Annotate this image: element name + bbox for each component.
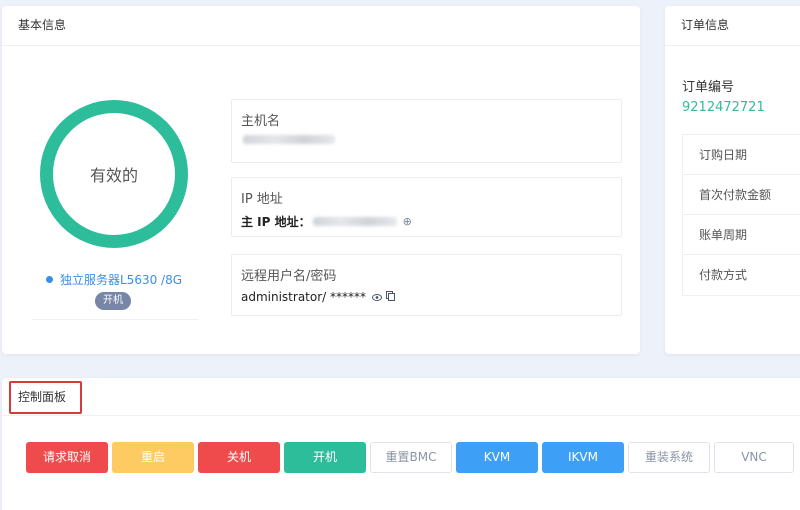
remote-credentials-text: administrator/ ******: [241, 290, 367, 304]
control-panel-title: 控制面板: [9, 381, 82, 414]
remote-value: administrator/ ******: [241, 290, 612, 304]
status-dot-icon: [46, 276, 53, 283]
order-number-label: 订单编号: [682, 80, 735, 95]
order-details-table: 订购日期 首次付款金额 账单周期 付款方式: [682, 134, 800, 296]
order-row-purchase-date: 订购日期: [683, 135, 800, 175]
basic-info-card: 基本信息 有效的 独立服务器L5630 /8G 开机 主机名 IP 地址 主 I…: [2, 6, 640, 354]
ikvm-button[interactable]: IKVM: [542, 442, 624, 473]
reset-bmc-button[interactable]: 重置BMC: [370, 442, 452, 473]
ip-redacted: [312, 217, 397, 226]
hostname-box: 主机名: [231, 99, 622, 163]
ip-box: IP 地址 主 IP 地址： ⊕: [231, 177, 622, 237]
status-ring: 有效的: [40, 100, 188, 248]
shutdown-button[interactable]: 关机: [198, 442, 280, 473]
ip-value: 主 IP 地址： ⊕: [241, 213, 612, 230]
order-info-title: 订单信息: [665, 6, 800, 46]
product-link[interactable]: 独立服务器L5630 /8G: [46, 271, 182, 288]
copy-icon[interactable]: [386, 290, 396, 304]
order-row-payment-method: 付款方式: [699, 268, 748, 282]
power-on-button[interactable]: 开机: [284, 442, 366, 473]
action-button-row: 请求取消 重启 关机 开机 重置BMC KVM IKVM 重装系统 VNC: [26, 442, 798, 473]
divider: [32, 319, 198, 320]
request-cancel-button[interactable]: 请求取消: [26, 442, 108, 473]
hostname-label: 主机名: [241, 114, 281, 129]
reboot-button[interactable]: 重启: [112, 442, 194, 473]
vnc-button[interactable]: VNC: [714, 442, 794, 473]
product-name: 独立服务器L5630 /8G: [60, 273, 183, 287]
power-status-badge: 开机: [95, 292, 131, 310]
ip-label: IP 地址: [241, 192, 283, 207]
basic-info-title: 基本信息: [2, 6, 640, 46]
control-panel-header: 控制面板: [2, 378, 800, 416]
order-info-card: 订单信息 订单编号 9212472721 订购日期 首次付款金额 账单周期 付款…: [665, 6, 800, 354]
reinstall-os-button[interactable]: 重装系统: [628, 442, 710, 473]
eye-icon[interactable]: [372, 291, 383, 304]
control-panel-card: 控制面板 请求取消 重启 关机 开机 重置BMC KVM IKVM 重装系统 V…: [2, 378, 800, 510]
order-number: 9212472721: [682, 100, 765, 115]
expand-plus-icon[interactable]: ⊕: [403, 215, 412, 228]
remote-credentials-box: 远程用户名/密码 administrator/ ******: [231, 254, 622, 316]
order-row-billing-cycle: 账单周期: [683, 215, 800, 255]
hostname-value: [241, 135, 612, 144]
hostname-redacted: [243, 135, 335, 144]
remote-label: 远程用户名/密码: [241, 269, 337, 284]
kvm-button[interactable]: KVM: [456, 442, 538, 473]
status-ring-label: 有效的: [89, 166, 138, 185]
order-row-first-payment: 首次付款金额: [683, 175, 800, 215]
main-ip-label: 主 IP 地址：: [241, 215, 311, 229]
